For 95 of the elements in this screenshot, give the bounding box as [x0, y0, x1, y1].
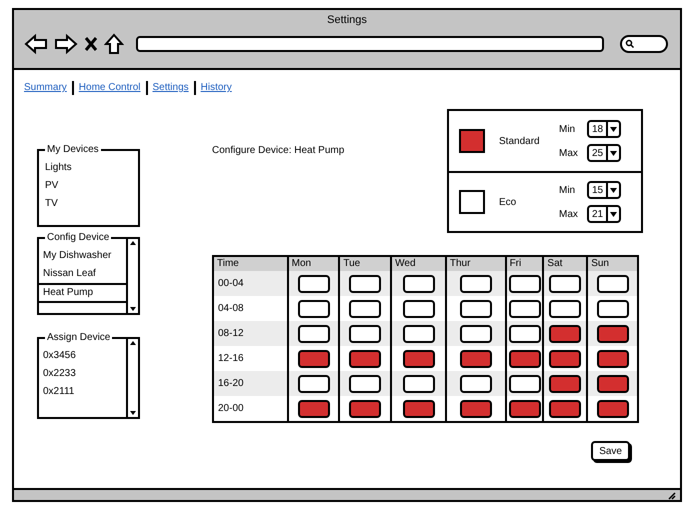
list-item[interactable]: 0x2233: [39, 365, 126, 383]
schedule-slot[interactable]: [298, 274, 330, 292]
schedule-slot[interactable]: [549, 400, 582, 418]
time-cell-text: 04-08: [217, 302, 245, 316]
schedule-slot[interactable]: [402, 324, 435, 342]
schedule-slot[interactable]: [596, 350, 629, 368]
search-field[interactable]: [620, 34, 668, 52]
schedule-slot[interactable]: [460, 374, 492, 392]
schedule-slot[interactable]: [508, 374, 541, 392]
dropdown-arrow-icon: [610, 210, 618, 218]
time-cell-text: 16-20: [217, 377, 245, 391]
dropdown-arrow-icon: [610, 126, 618, 132]
schedule-slot[interactable]: [298, 300, 330, 318]
schedule-slot[interactable]: [402, 350, 435, 368]
schedule-slot[interactable]: [549, 350, 582, 368]
nav-link[interactable]: Summary: [24, 80, 67, 95]
schedule-slot[interactable]: [460, 400, 492, 418]
section-heading: Configure Device: Heat Pump: [212, 144, 346, 158]
group-title: Config Device: [45, 231, 112, 245]
schedule-slot[interactable]: [349, 274, 382, 292]
max-label: Max: [559, 146, 579, 160]
list-item[interactable]: PV: [39, 177, 138, 195]
save-button[interactable]: Save: [591, 441, 630, 461]
schedule-slot[interactable]: [460, 274, 492, 292]
schedule-slot[interactable]: [549, 374, 582, 392]
number-dropdown[interactable]: 25: [587, 144, 622, 162]
schedule-slot[interactable]: [298, 350, 330, 368]
list-item[interactable]: 0x3456: [39, 347, 126, 365]
schedule-slot[interactable]: [298, 324, 330, 342]
schedule-slot[interactable]: [402, 300, 435, 318]
search-icon: [625, 39, 634, 48]
scrollbar[interactable]: [126, 339, 138, 417]
list-item[interactable]: 0x2111: [39, 383, 126, 401]
schedule-slot[interactable]: [508, 274, 541, 292]
mode-name: Eco: [499, 196, 518, 210]
forward-icon[interactable]: [54, 32, 78, 54]
number-dropdown[interactable]: 15: [587, 181, 622, 199]
scroll-up-icon[interactable]: [129, 339, 137, 347]
schedule-slot[interactable]: [508, 350, 541, 368]
list-item[interactable]: Nissan Leaf: [39, 265, 126, 283]
schedule-slot[interactable]: [460, 350, 492, 368]
schedule-slot[interactable]: [549, 300, 582, 318]
group-title: Assign Device: [45, 331, 112, 345]
schedule-slot[interactable]: [349, 324, 382, 342]
max-label: Max: [559, 208, 579, 222]
resize-grip-icon[interactable]: [666, 490, 676, 500]
mode-name: Standard: [499, 134, 541, 148]
schedule-slot[interactable]: [596, 374, 629, 392]
window-title: Settings: [327, 13, 367, 28]
schedule-slot[interactable]: [596, 400, 629, 418]
schedule-slot[interactable]: [349, 374, 382, 392]
min-label: Min: [559, 122, 576, 136]
schedule-slot[interactable]: [349, 350, 382, 368]
list-item[interactable]: TV: [39, 195, 138, 213]
list-item[interactable]: Heat Pump: [39, 283, 126, 303]
schedule-slot[interactable]: [508, 324, 541, 342]
schedule-slot[interactable]: [298, 374, 330, 392]
time-cell-text: 00-04: [217, 277, 245, 291]
schedule-slot[interactable]: [402, 400, 435, 418]
list-item[interactable]: My Dishwasher: [39, 247, 126, 265]
scroll-up-icon[interactable]: [129, 239, 137, 247]
schedule-slot[interactable]: [596, 324, 629, 342]
schedule-slot[interactable]: [508, 400, 541, 418]
scroll-down-icon[interactable]: [129, 305, 137, 313]
list-item[interactable]: Lights: [39, 159, 138, 177]
nav-link[interactable]: History: [200, 80, 232, 95]
schedule-slot[interactable]: [298, 400, 330, 418]
scrollbar[interactable]: [126, 239, 138, 313]
schedule-slot[interactable]: [349, 300, 382, 318]
column-header: Time: [216, 257, 240, 271]
time-cell-text: 20-00: [217, 402, 245, 416]
schedule-slot[interactable]: [349, 400, 382, 418]
schedule-slot[interactable]: [460, 300, 492, 318]
close-icon[interactable]: [84, 36, 98, 52]
back-icon[interactable]: [24, 32, 48, 54]
schedule-slot[interactable]: [596, 274, 629, 292]
schedule-slot[interactable]: [549, 324, 582, 342]
nav-link[interactable]: Settings: [152, 80, 189, 95]
nav-link[interactable]: Home Control: [78, 80, 140, 95]
schedule-slot[interactable]: [596, 300, 629, 318]
number-dropdown[interactable]: 18: [587, 120, 622, 138]
schedule-slot[interactable]: [402, 274, 435, 292]
min-label: Min: [559, 184, 576, 198]
scroll-down-icon[interactable]: [129, 409, 137, 417]
group-title: My Devices: [45, 143, 101, 157]
schedule-slot[interactable]: [402, 374, 435, 392]
time-cell-text: 08-12: [217, 327, 245, 341]
dropdown-arrow-icon: [610, 150, 618, 156]
dropdown-arrow-icon: [610, 186, 618, 194]
schedule-slot[interactable]: [460, 324, 492, 342]
schedule-slot[interactable]: [549, 274, 582, 292]
time-cell-text: 12-16: [217, 352, 245, 366]
schedule-slot[interactable]: [508, 300, 541, 318]
address-field[interactable]: [136, 36, 604, 52]
number-dropdown[interactable]: 21: [587, 205, 622, 223]
